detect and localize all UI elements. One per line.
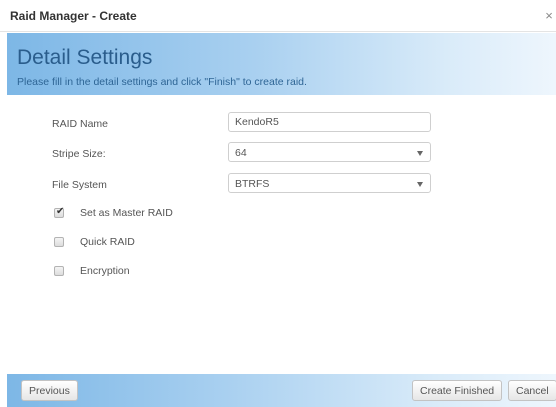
chevron-down-icon [417, 151, 423, 156]
dialog-titlebar: Raid Manager - Create × [0, 0, 556, 32]
page-title: Detail Settings [17, 46, 153, 69]
dialog-title: Raid Manager - Create [10, 9, 137, 23]
encryption-checkbox[interactable] [54, 266, 64, 276]
page-subtitle: Please fill in the detail settings and c… [17, 76, 307, 88]
file-system-label: File System [52, 179, 107, 191]
chevron-down-icon [417, 182, 423, 187]
quick-raid-checkbox[interactable] [54, 237, 64, 247]
stripe-size-value: 64 [235, 147, 247, 159]
close-icon[interactable]: × [544, 9, 554, 22]
wizard-footer: Previous Create Finished Cancel [7, 374, 556, 407]
encryption-label: Encryption [80, 265, 130, 277]
stripe-size-select[interactable]: 64 [228, 142, 431, 162]
raid-name-label: RAID Name [52, 118, 109, 130]
quick-raid-label: Quick RAID [80, 236, 135, 248]
file-system-value: BTRFS [235, 178, 270, 190]
cancel-button[interactable]: Cancel [508, 380, 556, 401]
checkmark-icon: ✔ [56, 206, 65, 217]
master-raid-checkbox[interactable]: ✔ [54, 206, 65, 218]
master-raid-label: Set as Master RAID [80, 207, 173, 219]
raid-name-input[interactable] [228, 112, 431, 132]
file-system-select[interactable]: BTRFS [228, 173, 431, 193]
wizard-header: Detail Settings Please fill in the detai… [7, 33, 556, 95]
create-finished-button[interactable]: Create Finished [412, 380, 503, 401]
stripe-size-label: Stripe Size: [52, 148, 106, 160]
previous-button[interactable]: Previous [21, 380, 78, 401]
